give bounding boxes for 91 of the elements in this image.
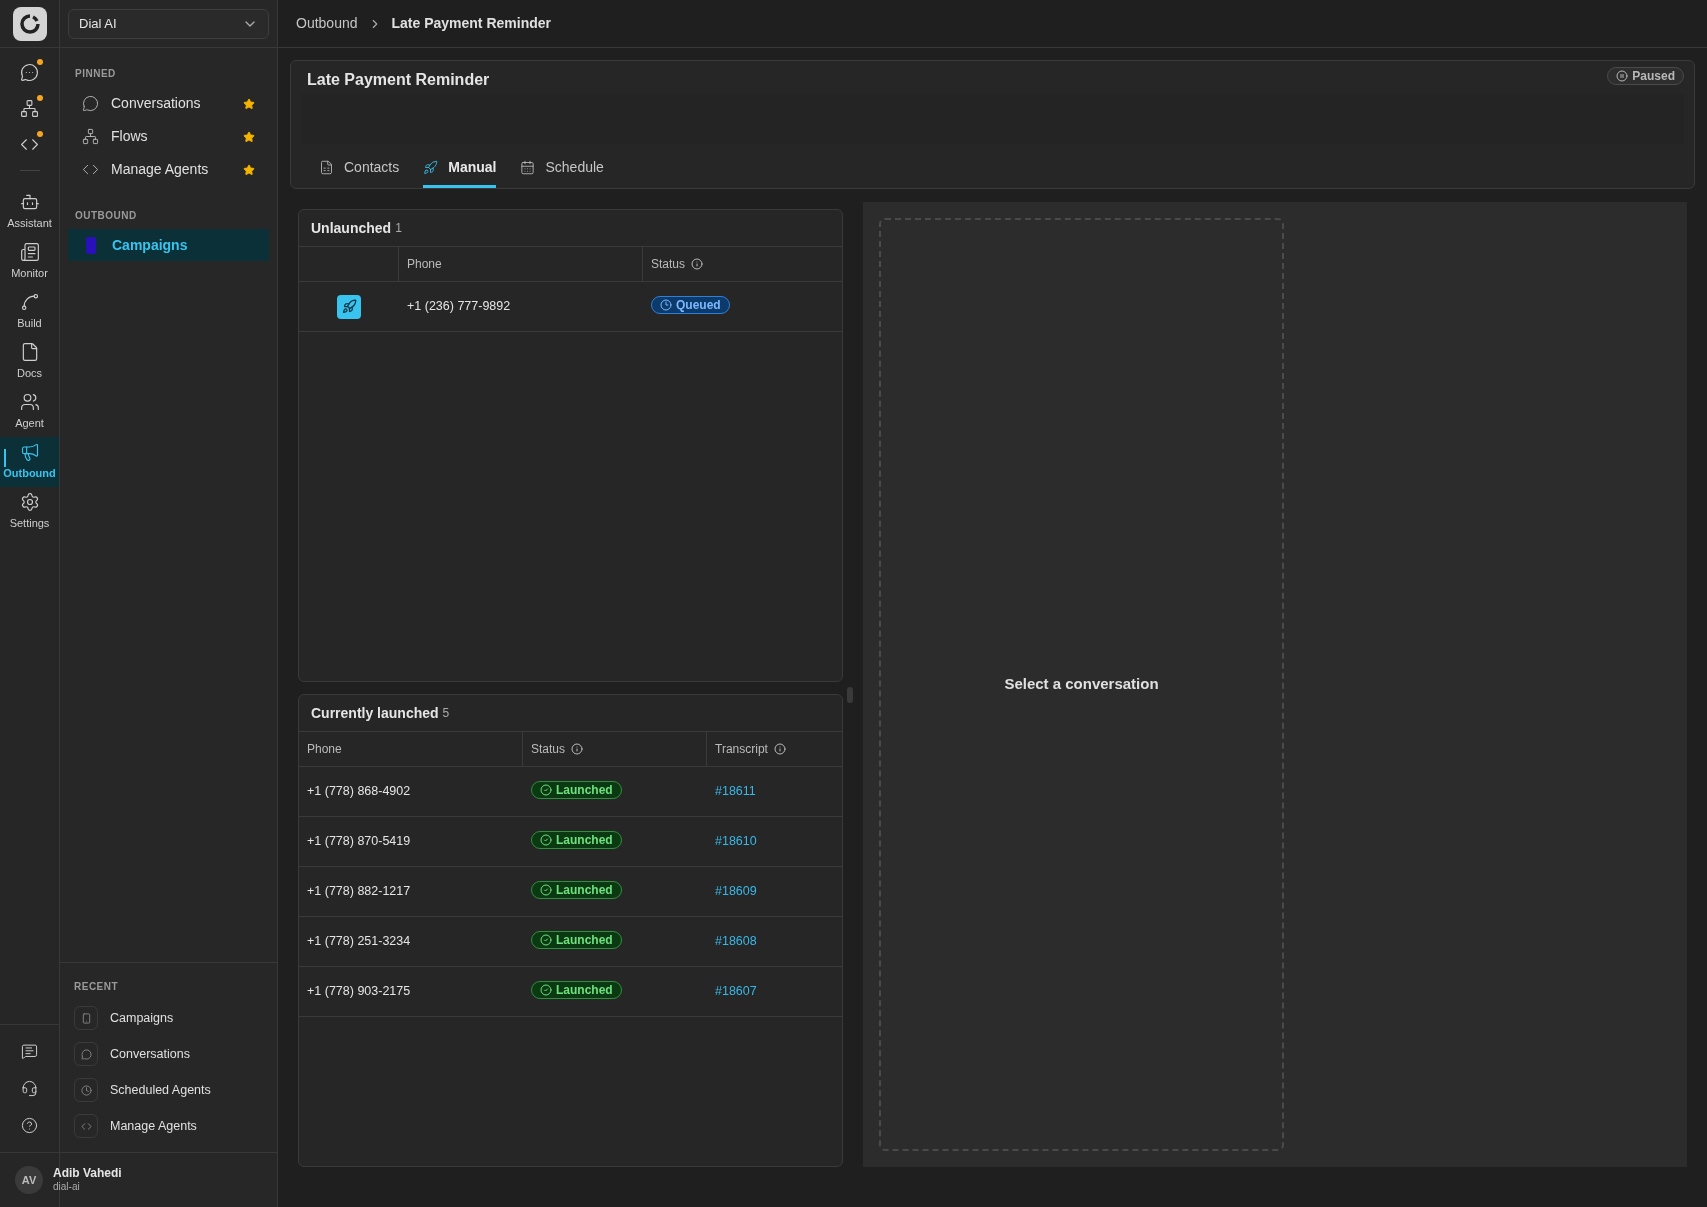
rail-nav-item[interactable]: Build xyxy=(0,287,59,337)
panel-title: Unlaunched xyxy=(311,218,392,238)
transcript-link[interactable]: #18610 xyxy=(707,832,765,851)
section-heading: OUTBOUND xyxy=(74,209,138,223)
status-badge: Launched xyxy=(531,831,622,850)
phone-number: +1 (778) 870-5419 xyxy=(306,833,412,851)
transcript-link[interactable]: #18607 xyxy=(707,982,765,1001)
info-icon xyxy=(773,743,786,755)
tab-icon xyxy=(319,160,334,175)
check-circle-icon xyxy=(540,984,552,997)
nav-icon xyxy=(19,492,40,513)
rail-nav-item[interactable]: Docs xyxy=(0,337,59,387)
rail-icon xyxy=(20,98,39,118)
check-circle-icon xyxy=(540,934,552,947)
phone-number: +1 (778) 251-3234 xyxy=(306,933,412,951)
breadcrumb-item[interactable]: Outbound xyxy=(296,13,358,34)
transcript-link[interactable]: #18611 xyxy=(707,782,764,801)
item-icon xyxy=(74,1114,98,1138)
recent-item[interactable]: Campaigns xyxy=(74,1000,263,1036)
chat-icon[interactable] xyxy=(21,1043,38,1060)
transcript-link[interactable]: #18608 xyxy=(707,932,765,951)
nav-icon xyxy=(19,242,40,263)
phone-number: +1 (778) 868-4902 xyxy=(306,783,412,801)
column-header: Status xyxy=(651,256,686,273)
pause-icon xyxy=(1616,70,1629,82)
nav-icon xyxy=(19,292,40,313)
rail-nav-item[interactable]: Settings xyxy=(0,487,59,537)
logo-icon xyxy=(18,12,41,35)
tab[interactable]: Manual xyxy=(423,150,497,188)
active-indicator xyxy=(4,449,6,467)
item-icon xyxy=(74,1006,98,1030)
rail-nav-item[interactable]: Monitor xyxy=(0,237,59,287)
phone-icon xyxy=(86,236,96,254)
rail-nav-item[interactable]: Assistant xyxy=(0,187,59,237)
status-badge: Launched xyxy=(531,881,622,900)
column-header: Transcript xyxy=(715,741,768,758)
tab-icon xyxy=(423,160,439,175)
sidebar-item[interactable]: Campaigns xyxy=(68,229,269,261)
pinned-item[interactable]: Flows xyxy=(68,120,269,153)
phone-number: +1 (778) 903-2175 xyxy=(306,983,412,1001)
status-badge: Launched xyxy=(531,781,622,800)
item-icon xyxy=(82,128,99,145)
empty-message: Select a conversation xyxy=(1004,674,1159,695)
resize-handle[interactable] xyxy=(847,686,853,703)
tab[interactable]: Schedule xyxy=(520,150,604,188)
tab[interactable]: Contacts xyxy=(319,150,400,188)
phone-number: +1 (236) 777-9892 xyxy=(406,298,512,316)
help-icon[interactable] xyxy=(21,1117,38,1134)
recent-item[interactable]: Scheduled Agents xyxy=(74,1072,263,1108)
status-badge: Paused xyxy=(1607,67,1684,85)
phone-number: +1 (778) 882-1217 xyxy=(306,883,412,901)
check-circle-icon xyxy=(540,784,552,797)
user-name: Adib Vahedi xyxy=(53,1166,122,1182)
app-logo[interactable] xyxy=(12,6,47,41)
panel-title: Currently launched xyxy=(311,703,439,723)
section-heading: PINNED xyxy=(74,67,117,81)
info-icon xyxy=(691,258,704,270)
item-icon xyxy=(82,95,99,112)
headset-icon[interactable] xyxy=(21,1080,38,1097)
item-icon xyxy=(74,1042,98,1066)
rail-icon xyxy=(20,62,39,82)
info-icon xyxy=(571,743,584,755)
transcript-link[interactable]: #18609 xyxy=(707,882,765,901)
breadcrumb-item: Late Payment Reminder xyxy=(391,14,551,33)
section-heading: RECENT xyxy=(74,980,120,994)
status-badge: Queued xyxy=(651,296,730,315)
column-header: Status xyxy=(531,741,566,758)
campaign-title: Late Payment Reminder xyxy=(306,70,490,90)
status-badge: Launched xyxy=(531,981,622,1000)
item-icon xyxy=(74,1078,98,1102)
count: 1 xyxy=(395,220,402,237)
column-header: Phone xyxy=(307,741,342,758)
status-badge: Launched xyxy=(531,931,622,950)
column-header: Phone xyxy=(407,256,442,273)
pinned-item[interactable]: Manage Agents xyxy=(68,153,269,186)
user-handle: dial-ai xyxy=(53,1181,81,1194)
recent-item[interactable]: Manage Agents xyxy=(74,1108,263,1144)
workspace-dropdown[interactable]: Dial AI xyxy=(68,8,269,39)
nav-icon xyxy=(19,442,40,463)
rocket-icon xyxy=(341,299,357,314)
recent-item[interactable]: Conversations xyxy=(74,1036,263,1072)
nav-icon xyxy=(19,392,40,413)
check-circle-icon xyxy=(540,884,552,897)
clock-icon xyxy=(660,299,672,312)
rail-nav-item[interactable]: Agent xyxy=(0,387,59,437)
rail-nav-item[interactable]: Outbound xyxy=(0,437,59,487)
tab-icon xyxy=(520,160,536,175)
pinned-item[interactable]: Conversations xyxy=(68,87,269,120)
check-circle-icon xyxy=(540,834,552,847)
count: 5 xyxy=(442,705,450,722)
launch-button[interactable] xyxy=(337,294,361,319)
